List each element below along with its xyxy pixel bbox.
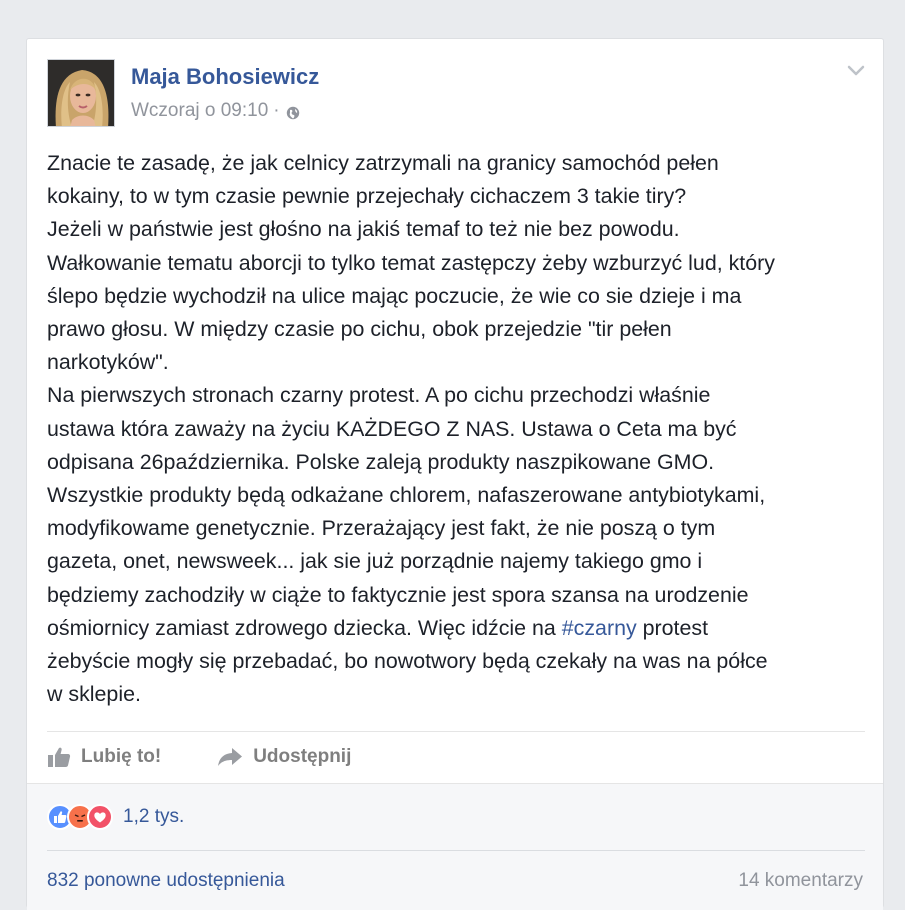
thumbs-up-icon bbox=[48, 747, 71, 767]
reaction-count[interactable]: 1,2 tys. bbox=[123, 806, 184, 828]
post-text-line-with-hashtag: ośmiornicy zamiast zdrowego dziecka. Wię… bbox=[47, 612, 867, 645]
post-header: Maja Bohosiewicz Wczoraj o 09:10 · bbox=[47, 59, 865, 129]
post-text-line: Znacie te zasadę, że jak celnicy zatrzym… bbox=[47, 151, 719, 175]
avatar[interactable] bbox=[47, 59, 115, 127]
post-card: Maja Bohosiewicz Wczoraj o 09:10 · Znaci… bbox=[26, 38, 884, 910]
share-button[interactable]: Udostępnij bbox=[217, 746, 351, 768]
post-text-line: modyfikowame genetycznie. Przerażający j… bbox=[47, 516, 716, 541]
post-text-line: odpisana 26października. Polske zaleją p… bbox=[47, 449, 715, 474]
post-text-line: w sklepie. bbox=[47, 682, 141, 707]
post-text-line: kokainy, to w tym czasie pewnie przejech… bbox=[47, 184, 687, 209]
post-text-segment: ośmiornicy zamiast zdrowego dziecka. Wię… bbox=[47, 615, 562, 640]
like-label: Lubię to! bbox=[81, 746, 162, 767]
actions-divider bbox=[47, 731, 865, 732]
post-text-line: ślepo będzie wychodził na ulice mając po… bbox=[47, 283, 742, 308]
globe-icon[interactable] bbox=[286, 104, 300, 120]
post-text-line: gazeta, onet, newsweek... jak sie już po… bbox=[47, 549, 703, 574]
share-label: Udostępnij bbox=[253, 746, 352, 767]
shares-count-link[interactable]: 832 ponowne udostępnienia bbox=[47, 870, 285, 892]
post-meta: Wczoraj o 09:10 · bbox=[131, 100, 300, 122]
share-arrow-icon bbox=[218, 748, 243, 766]
post-text-line: będziemy zachodziły w ciąże to faktyczni… bbox=[47, 582, 749, 607]
author-name[interactable]: Maja Bohosiewicz bbox=[131, 64, 319, 90]
footer-divider bbox=[47, 850, 865, 851]
chevron-down-icon[interactable] bbox=[847, 65, 865, 77]
post-text-line: Wszystkie produkty będą odkażane chlorem… bbox=[47, 483, 766, 508]
post-footer: 1,2 tys. 832 ponowne udostępnienia 14 ko… bbox=[27, 783, 883, 910]
meta-separator: · bbox=[273, 100, 280, 121]
comments-count-link[interactable]: 14 komentarzy bbox=[738, 870, 863, 892]
reactions-summary[interactable]: 1,2 tys. bbox=[47, 804, 184, 830]
avatar-image bbox=[48, 60, 114, 126]
post-text-line: ustawa która zaważy na życiu KAŻDEGO Z N… bbox=[47, 416, 737, 441]
post-text-line: żebyście mogły się przebadać, bo nowotwo… bbox=[47, 649, 768, 674]
hashtag-link[interactable]: #czarny bbox=[562, 616, 637, 640]
post-text-line: Na pierwszych stronach czarny protest. A… bbox=[47, 383, 711, 408]
post-timestamp[interactable]: Wczoraj o 09:10 bbox=[131, 100, 268, 122]
post-body: Znacie te zasadę, że jak celnicy zatrzym… bbox=[47, 147, 867, 711]
like-button[interactable]: Lubię to! bbox=[47, 746, 161, 768]
post-actions: Lubię to! Udostępnij bbox=[47, 739, 865, 775]
post-text-line: Jeżeli w państwie jest głośno na jakiś t… bbox=[47, 217, 680, 242]
post-text-line: Wałkowanie tematu aborcji to tylko temat… bbox=[47, 250, 775, 275]
post-text-segment: protest bbox=[636, 615, 709, 640]
love-reaction-icon bbox=[87, 804, 113, 830]
post-text-line: narkotyków". bbox=[47, 350, 169, 375]
post-text-line: prawo głosu. W między czasie po cichu, o… bbox=[47, 317, 672, 342]
